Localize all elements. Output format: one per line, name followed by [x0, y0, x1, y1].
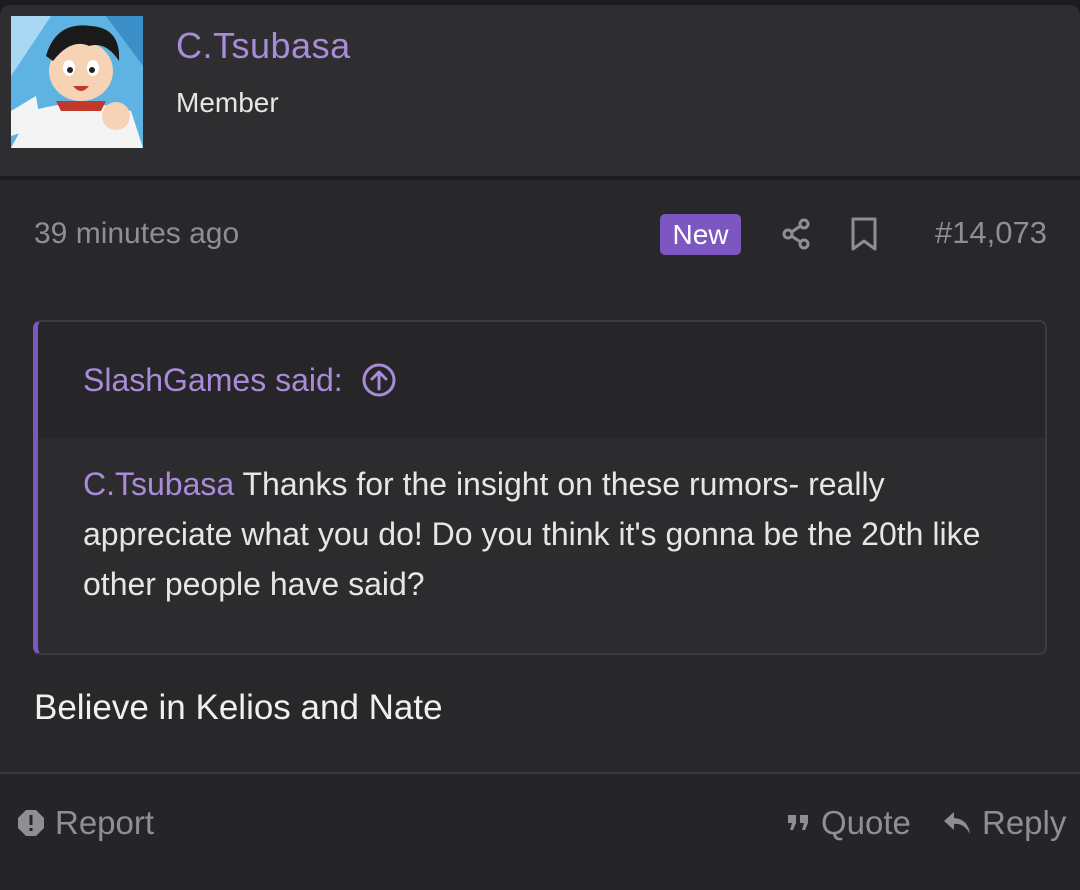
user-mention[interactable]: C.Tsubasa: [83, 466, 234, 502]
quote-author-label: SlashGames said:: [83, 362, 343, 398]
quote-block: SlashGames said: C.Tsubasa Thanks for th…: [33, 320, 1047, 655]
post-container: 39 minutes ago New #14,073 SlashGames sa…: [0, 180, 1080, 890]
report-button[interactable]: Report: [17, 804, 154, 842]
username[interactable]: C.Tsubasa: [176, 25, 351, 67]
reply-label: Reply: [982, 804, 1067, 841]
reply-button[interactable]: Reply: [942, 804, 1066, 842]
quote-label: Quote: [821, 804, 911, 841]
post-footer: Report Quote Reply: [0, 774, 1080, 890]
quote-button[interactable]: Quote: [787, 804, 911, 842]
share-icon[interactable]: [781, 218, 811, 250]
report-label: Report: [55, 804, 155, 841]
jump-to-quote-icon[interactable]: [362, 363, 396, 397]
quote-marks-icon: [788, 815, 808, 830]
new-badge: New: [660, 214, 741, 255]
alert-icon: [18, 810, 44, 836]
bookmark-icon[interactable]: [850, 216, 878, 252]
user-avatar[interactable]: [11, 16, 143, 148]
user-title: Member: [176, 87, 279, 118]
post-message: Believe in Kelios and Nate: [34, 688, 443, 727]
quote-body: C.Tsubasa Thanks for the insight on thes…: [83, 459, 1013, 609]
post-number[interactable]: #14,073: [935, 215, 1047, 251]
quote-author-link[interactable]: SlashGames said:: [83, 362, 396, 399]
post-timestamp[interactable]: 39 minutes ago: [34, 217, 239, 251]
quote-header: SlashGames said:: [38, 322, 1045, 438]
reply-arrow-icon: [944, 812, 970, 834]
user-header: C.Tsubasa Member: [0, 5, 1080, 176]
